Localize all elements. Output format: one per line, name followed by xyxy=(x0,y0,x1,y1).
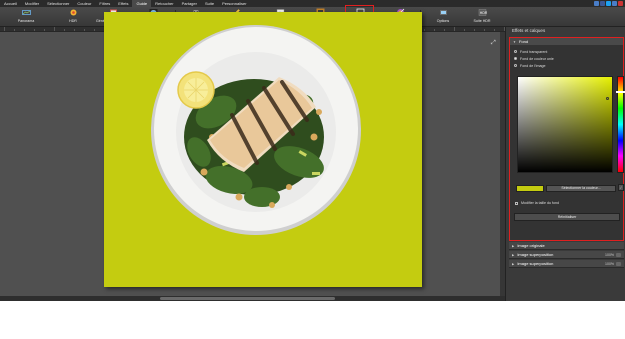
layer-opacity[interactable]: 100% xyxy=(605,253,614,257)
panorama-icon xyxy=(21,8,31,17)
close-icon[interactable] xyxy=(618,1,623,6)
menu-modifier[interactable]: Modifier xyxy=(21,0,43,7)
menu-effets[interactable]: Effets xyxy=(114,0,132,7)
options-button[interactable]: Options xyxy=(428,8,458,23)
facebook-icon[interactable] xyxy=(600,1,605,6)
salmon-dish-image xyxy=(151,25,361,235)
checkbox-label: Modifier la taille du fond xyxy=(521,201,559,205)
menu-suite[interactable]: Suite xyxy=(201,0,218,7)
resize-background-checkbox-row[interactable]: Modifier la taille du fond xyxy=(515,201,559,205)
color-picker[interactable] xyxy=(517,76,625,176)
background-section-header[interactable]: ▼ Fond xyxy=(510,38,623,45)
saturation-value-field[interactable] xyxy=(517,76,613,173)
visibility-icon[interactable] xyxy=(616,252,621,257)
ruler-tick xyxy=(434,29,435,31)
app-window: Accueil Modifier Sélectionner Couleur Fi… xyxy=(0,0,625,301)
menu-filtres[interactable]: Filtres xyxy=(95,0,114,7)
color-selection-row: Sélectionner la couleur... xyxy=(516,184,616,192)
expand-triangle-icon: ▶ xyxy=(512,243,515,248)
hue-slider-marker[interactable] xyxy=(616,91,625,93)
ruler-tick xyxy=(24,29,25,31)
color-picker-cursor[interactable] xyxy=(606,97,609,100)
layer-overlay-image-1[interactable]: ▶ Image superposition 100% xyxy=(509,251,624,259)
scrollbar-thumb[interactable] xyxy=(160,297,335,300)
menu-couleur[interactable]: Couleur xyxy=(73,0,95,7)
reset-button[interactable]: Réinitialiser xyxy=(514,213,620,221)
svg-text:HDR: HDR xyxy=(479,11,486,15)
suite-hdr-button[interactable]: HDR Suite HDR xyxy=(467,8,497,23)
radio-solid-color-background[interactable]: Fond de couleur unie xyxy=(510,55,623,62)
ruler-tick xyxy=(84,29,85,31)
expand-triangle-icon: ▶ xyxy=(512,261,515,266)
layer-label: Image superposition xyxy=(517,261,554,266)
layer-original-image[interactable]: ▶ Image originale xyxy=(509,242,624,250)
menu-partager[interactable]: Partager xyxy=(178,0,201,7)
panorama-button[interactable]: Panorama xyxy=(11,8,41,23)
menu-selectionner[interactable]: Sélectionner xyxy=(43,0,73,7)
menu-guide[interactable]: Guide xyxy=(132,0,152,7)
ruler-tick xyxy=(464,29,465,31)
visibility-icon[interactable] xyxy=(616,261,621,266)
horizontal-scrollbar[interactable] xyxy=(0,296,505,301)
ruler-tick xyxy=(64,29,65,31)
layer-overlay-image-2[interactable]: ▶ Image superposition 100% xyxy=(509,260,624,268)
radio-label: Fond de couleur unie xyxy=(520,56,554,61)
menu-personnaliser[interactable]: Personnaliser xyxy=(218,0,250,7)
ruler-tick xyxy=(74,29,75,31)
eyedropper-icon[interactable]: ⁄ xyxy=(618,184,624,191)
layer-opacity[interactable]: 100% xyxy=(605,262,614,266)
checkbox[interactable] xyxy=(515,201,518,205)
ruler-tick xyxy=(4,27,5,31)
ruler-tick xyxy=(424,29,425,31)
panel-title: Effets et calques xyxy=(512,28,546,33)
menu-retoucher[interactable]: Retoucher xyxy=(151,0,177,7)
radio-button[interactable] xyxy=(514,64,517,67)
menu-bar: Accueil Modifier Sélectionner Couleur Fi… xyxy=(0,0,625,7)
ruler-tick xyxy=(444,29,445,31)
ruler-tick xyxy=(14,29,15,31)
ruler-tick xyxy=(34,29,35,31)
ruler-tick xyxy=(484,29,485,31)
expand-triangle-icon: ▶ xyxy=(512,252,515,257)
layer-label: Image originale xyxy=(517,243,545,248)
background-section: ▼ Fond Fond transparent Fond de couleur … xyxy=(509,37,625,241)
ruler-tick xyxy=(494,29,495,31)
hdr-icon xyxy=(69,8,78,17)
hdr-button[interactable]: HDR xyxy=(58,8,88,23)
current-color-swatch xyxy=(516,184,544,192)
section-title: Fond xyxy=(518,39,529,44)
ruler-tick xyxy=(94,29,95,31)
options-icon xyxy=(439,8,448,17)
select-color-button[interactable]: Sélectionner la couleur... xyxy=(546,184,616,192)
help-icon[interactable] xyxy=(594,1,599,6)
fit-to-window-icon[interactable]: ⤢ xyxy=(491,40,496,47)
twitter-icon[interactable] xyxy=(606,1,611,6)
ruler-tick xyxy=(54,27,55,31)
radio-button-selected[interactable] xyxy=(514,57,517,60)
window-icons xyxy=(594,1,623,6)
effects-layers-panel: Effets et calques ▼ Fond Fond transparen… xyxy=(505,27,625,301)
suite-icon: HDR xyxy=(478,8,487,17)
radio-transparent-background[interactable]: Fond transparent xyxy=(510,48,623,55)
collapse-triangle-icon: ▼ xyxy=(513,39,516,44)
radio-image-background[interactable]: Fond de l'image xyxy=(510,62,623,69)
menu-accueil[interactable]: Accueil xyxy=(0,0,21,7)
radio-button[interactable] xyxy=(514,50,517,53)
ruler-tick xyxy=(454,27,455,31)
radio-label: Fond transparent xyxy=(520,49,548,54)
ruler-tick xyxy=(474,29,475,31)
share-icon[interactable] xyxy=(612,1,617,6)
photo-canvas[interactable] xyxy=(104,12,422,287)
layer-label: Image superposition xyxy=(517,252,554,257)
radio-label: Fond de l'image xyxy=(520,63,546,68)
ruler-tick xyxy=(44,29,45,31)
